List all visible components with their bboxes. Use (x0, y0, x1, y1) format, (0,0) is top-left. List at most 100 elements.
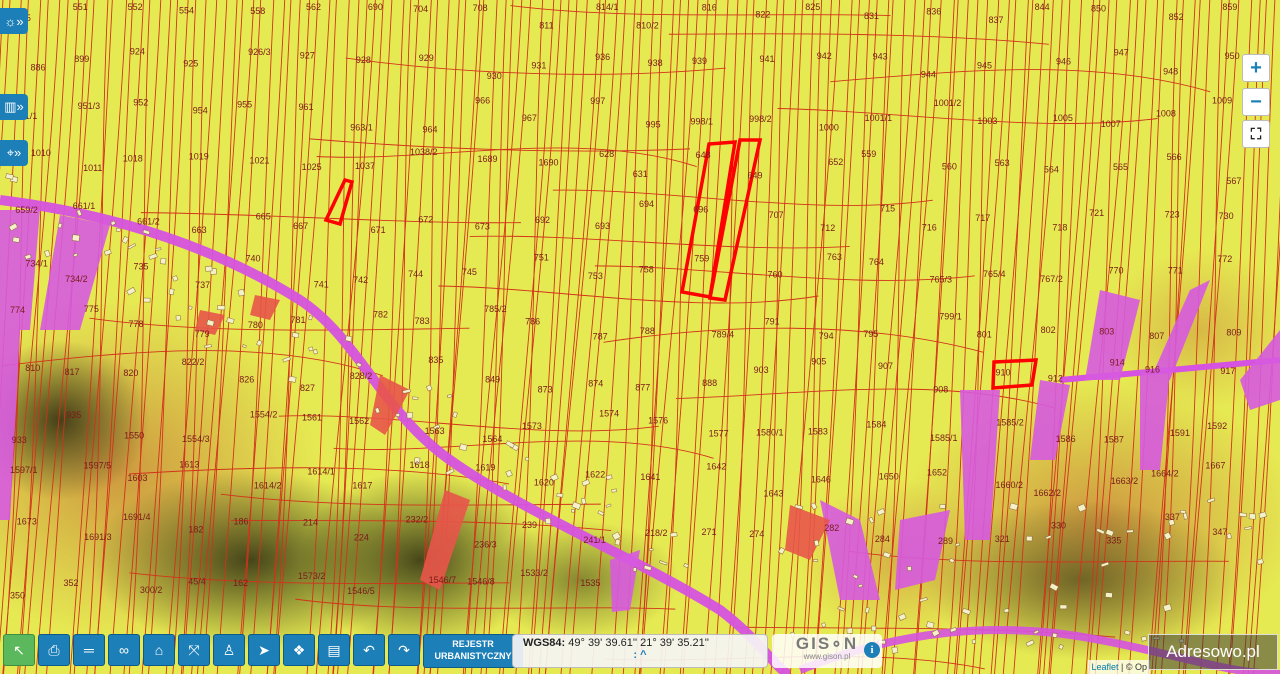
parcel-label: 663 (192, 225, 207, 235)
parcel-label: 771 (1168, 265, 1183, 275)
parcel-label: 775 (84, 304, 99, 314)
parcel-label: 939 (692, 56, 707, 66)
parcel-label: 1597/1 (10, 465, 38, 475)
parcel-label: 995 (646, 119, 661, 129)
parcel-label: 825 (805, 2, 820, 12)
parcel-label: 820 (123, 368, 138, 378)
fullscreen-button[interactable]: ⛶ (1242, 120, 1270, 148)
parcel-label: 810 (25, 363, 40, 373)
parcel-label: 836 (926, 7, 941, 17)
zoom-out-button[interactable]: − (1242, 88, 1270, 116)
parcel-label: 954 (193, 105, 208, 115)
parcel-label: 826 (239, 375, 254, 385)
parcel-label: 1008 (1156, 109, 1176, 119)
map-toggle[interactable]: ▥» (0, 94, 28, 120)
map-layers-tool[interactable]: ▤ (318, 634, 350, 666)
parcel-label: 828/2 (350, 371, 373, 381)
info-icon[interactable]: i (864, 642, 880, 658)
parcel-label: 672 (418, 215, 433, 225)
parcel-label: 886 (30, 62, 45, 72)
parcel-label: 560 (942, 161, 957, 171)
parcel-label: 1622 (585, 469, 605, 479)
parcel-label: 661/2 (137, 216, 160, 226)
select-tool[interactable]: ↖ (3, 634, 35, 666)
parcel-label: 803 (1099, 326, 1114, 336)
parcel-label: 236/3 (474, 540, 497, 550)
parcel-label: 874 (588, 379, 603, 389)
print-tool[interactable]: ⎙ (38, 634, 70, 666)
measure-area-tool[interactable]: ⌂ (143, 634, 175, 666)
parcel-label: 811 (539, 21, 553, 31)
parcel-label: 943 (873, 51, 888, 61)
parcel-label: 936 (595, 52, 610, 62)
parcel-label: 1643 (763, 489, 783, 499)
parcel-label: 730 (1219, 211, 1234, 221)
parcel-label: 822/2 (182, 357, 205, 367)
parcel-label: 802 (1041, 325, 1056, 335)
bookmark-tool[interactable]: ❖ (283, 634, 315, 666)
parcel-label: 785/2 (484, 304, 507, 314)
parcel-label: 717 (975, 213, 990, 223)
parcel-label: 337 (1165, 512, 1180, 522)
parcel-label: 1614/2 (254, 480, 282, 490)
redo-tool[interactable]: ↷ (388, 634, 420, 666)
arrow-icon: ➤ (258, 641, 270, 658)
navigate-tool[interactable]: ➤ (248, 634, 280, 666)
parcel-label: 1618 (410, 460, 430, 470)
parcel-label: 673 (475, 222, 490, 232)
parcel-label: 774 (10, 305, 25, 315)
parcel-label: 1673 (17, 516, 37, 526)
parcel-label: 1580/1 (756, 427, 784, 437)
parcel-label: 1010 (31, 148, 51, 158)
parcel-label: 908 (933, 385, 948, 395)
parcel-label: 289 (938, 536, 953, 546)
coords-toggle[interactable]: : ^ (523, 649, 757, 661)
parcel-label: 690 (368, 2, 383, 12)
parcel-label: 770 (1109, 266, 1124, 276)
parcel-label: 652 (828, 157, 843, 167)
parcel-label: 772 (1217, 254, 1232, 264)
parcel-label: 948 (1163, 66, 1178, 76)
split-tool[interactable]: ⤧ (178, 634, 210, 666)
leaflet-link[interactable]: Leaflet (1091, 662, 1118, 672)
parcel-label: 924 (130, 47, 145, 57)
person-tool[interactable]: ♙ (213, 634, 245, 666)
parcel-label: 938 (648, 58, 663, 68)
cadastral-map[interactable]: 625551552554558562690704708811814/1810/2… (0, 0, 1280, 674)
parcel-label: 1646 (811, 474, 831, 484)
parcel-label: 903 (754, 365, 769, 375)
layers-toggle[interactable]: ☼» (0, 8, 28, 34)
parcel-label: 758 (639, 265, 654, 275)
rejestr-urbanistyczny-button[interactable]: REJESTR URBANISTYCZNY (423, 634, 523, 668)
parcel-label: 350 (10, 591, 25, 601)
area-icon: ⌂ (154, 642, 164, 658)
parcel-label: 321 (995, 534, 1010, 544)
parcel-label: 1577 (709, 429, 729, 439)
parcel-label: 1664/2 (1151, 468, 1179, 478)
link-tool[interactable]: ∞ (108, 634, 140, 666)
ruler-icon: ═ (84, 642, 94, 658)
parcel-label: 1573/2 (298, 571, 326, 581)
parcel-label: 966 (475, 96, 490, 106)
measure-distance-tool[interactable]: ═ (73, 634, 105, 666)
link-icon: ∞ (119, 642, 129, 658)
parcel-label: 649 (748, 170, 763, 180)
parcel-label: 789/4 (712, 330, 735, 340)
parcel-label: 786 (525, 316, 540, 326)
parcel-label: 241/1 (583, 535, 606, 545)
parcel-label: 667 (293, 221, 308, 231)
parcel-label: 827 (300, 383, 315, 393)
zoom-in-button[interactable]: + (1242, 54, 1270, 82)
undo-tool[interactable]: ↶ (353, 634, 385, 666)
parcel-label: 1574 (599, 409, 619, 419)
parcel-label: 704 (413, 4, 428, 14)
parcel-label: 779 (195, 329, 210, 339)
location-toggle[interactable]: ⌖» (0, 140, 28, 166)
parcel-label: 1642 (706, 461, 726, 471)
parcel-label: 239 (522, 520, 537, 530)
parcel-label: 914 (1110, 357, 1125, 367)
parcel-label: 1535 (580, 578, 600, 588)
parcel-label: 551 (73, 2, 88, 12)
parcel-label: 744 (408, 269, 423, 279)
parcel-label: 817 (64, 367, 79, 377)
